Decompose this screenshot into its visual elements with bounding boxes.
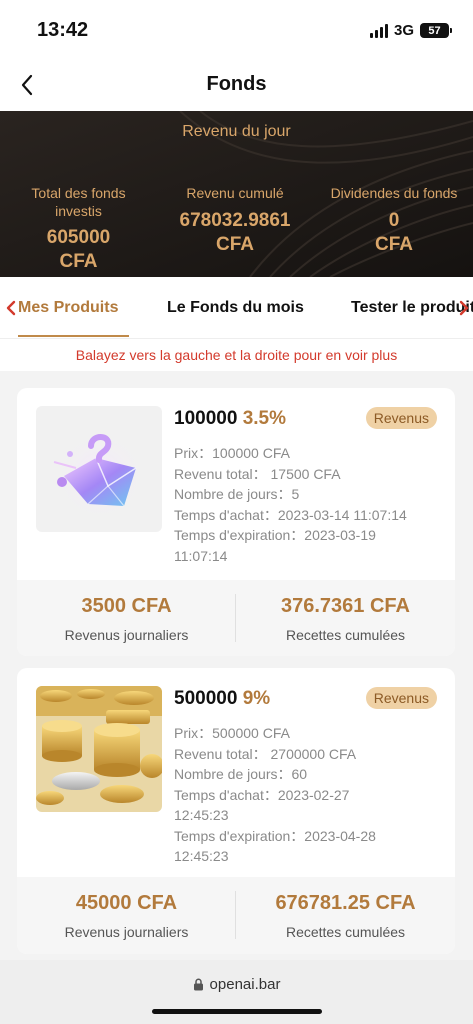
gold-coins-icon: [36, 686, 162, 812]
url-domain: openai.bar: [209, 976, 281, 993]
stat-value: 605000 CFA: [46, 227, 111, 272]
home-indicator[interactable]: [152, 1009, 322, 1014]
status-time: 13:42: [37, 19, 89, 41]
product-tabs: Mes Produits Le Fonds du mois Tester le …: [0, 277, 473, 338]
network-type: 3G: [393, 22, 414, 39]
product-rate: 3.5%: [242, 408, 286, 429]
daily-revenue: 45000 CFA Revenus journaliers: [17, 877, 236, 954]
lock-icon: [193, 978, 203, 991]
daily-revenue: 3500 CFA Revenus journaliers: [17, 580, 236, 656]
card-footer: 3500 CFA Revenus journaliers 376.7361 CF…: [17, 580, 455, 656]
signal-icon: [369, 23, 388, 38]
revenus-badge[interactable]: Revenus: [365, 687, 437, 709]
product-details: Prix：500000 CFA Revenu total： 2700000 CF…: [174, 725, 376, 864]
tab-fonds-du-mois[interactable]: Le Fonds du mois: [167, 299, 304, 317]
battery-level: 57: [428, 24, 441, 37]
product-title: 500000 9%: [174, 688, 271, 709]
stat-fund-dividends: Dividendes du fonds 0 CFA: [318, 184, 470, 257]
swipe-hint: Balayez vers la gauche et la droite pour…: [0, 338, 473, 371]
tab-tester-produit[interactable]: Tester le produit: [351, 299, 473, 317]
product-card[interactable]: 100000 3.5% Revenus Prix：100000 CFA Reve…: [17, 388, 455, 656]
product-title: 100000 3.5%: [174, 408, 286, 429]
product-details: Prix：100000 CFA Revenu total： 17500 CFA …: [174, 445, 407, 564]
daily-revenue-title: Revenu du jour: [182, 123, 291, 140]
stat-label: Dividendes du fonds: [330, 185, 458, 201]
status-indicators: 3G 57: [369, 22, 452, 39]
revenus-badge[interactable]: Revenus: [365, 407, 437, 429]
purple-crystal-icon: [36, 406, 162, 532]
chevron-left-icon[interactable]: [6, 300, 16, 316]
active-tab-indicator: [18, 335, 129, 337]
browser-url-bar[interactable]: openai.bar: [0, 960, 473, 1024]
stat-label: Revenu cumulé: [186, 185, 284, 201]
funds-summary-banner: Revenu du jour Total des fonds investis …: [0, 111, 473, 277]
battery-icon: 57: [420, 23, 452, 38]
cumulative-revenue: 376.7361 CFA Recettes cumulées: [281, 595, 410, 643]
card-footer: 45000 CFA Revenus journaliers 676781.25 …: [17, 877, 455, 954]
status-bar: 13:42 3G 57: [0, 0, 473, 60]
tab-mes-produits[interactable]: Mes Produits: [18, 299, 118, 317]
stat-cumulative-revenue: Revenu cumulé 678032.9861 CFA: [162, 184, 308, 257]
stat-label: Total des fonds investis: [31, 185, 126, 219]
stat-value: 0 CFA: [375, 210, 413, 255]
product-rate: 9%: [242, 688, 271, 709]
stat-value: 678032.9861 CFA: [179, 210, 291, 255]
stat-total-invested: Total des fonds investis 605000 CFA: [12, 184, 145, 274]
page-title: Fonds: [206, 73, 267, 95]
product-card[interactable]: 500000 9% Revenus Prix：500000 CFA Revenu…: [17, 668, 455, 954]
cumulative-revenue: 676781.25 CFA Recettes cumulées: [275, 892, 416, 940]
nav-bar: Fonds: [0, 60, 473, 111]
url-display[interactable]: openai.bar: [0, 976, 473, 993]
chevron-right-icon[interactable]: [459, 300, 469, 316]
